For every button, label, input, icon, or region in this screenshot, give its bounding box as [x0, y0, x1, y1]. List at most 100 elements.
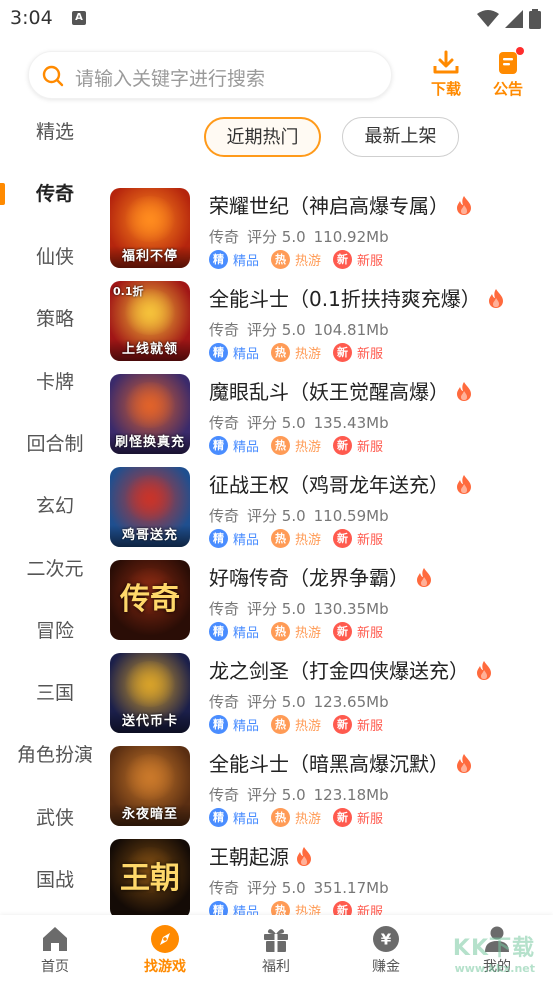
hot-flame-icon [455, 753, 473, 778]
game-meta: 传奇 评分 5.0 123.65Mb [209, 691, 397, 712]
game-title: 龙之剑圣（打金四侠爆送充） [209, 659, 469, 683]
search-input[interactable]: 请输入关键字进行搜索 [28, 51, 392, 99]
game-list-item[interactable]: 传奇 好嗨传奇（龙界争霸） 传奇 评分 5.0 130.35Mb 精精品热热游新新服 [110, 560, 553, 650]
notice-label: 公告 [492, 80, 523, 98]
game-cover-image: 传奇 [110, 560, 190, 640]
game-meta: 传奇 评分 5.0 110.59Mb [209, 505, 397, 526]
game-tags: 精精品热热游新新服 [209, 808, 383, 827]
category-xianxia[interactable]: 仙侠 [0, 237, 110, 277]
tag-premium-badge: 精 [209, 529, 228, 548]
tag-premium-text: 精品 [233, 719, 260, 734]
game-list-item[interactable]: 送代币卡 龙之剑圣（打金四侠爆送充） 传奇 评分 5.0 123.65Mb 精精品热热游新… [110, 653, 553, 743]
category-rpg[interactable]: 角色扮演 [0, 735, 110, 775]
nav-find-game[interactable]: 找游戏 [110, 915, 220, 984]
tab-recent-hot[interactable]: 近期热门 [204, 117, 321, 157]
notice-icon [494, 47, 524, 76]
game-genre: 传奇 [209, 879, 240, 897]
game-meta: 传奇 评分 5.0 135.43Mb [209, 412, 397, 433]
tag-new-server-text: 新服 [357, 626, 384, 641]
game-title-row: 魔眼乱斗（妖王觉醒高爆） [209, 376, 473, 406]
game-tags: 精精品热热游新新服 [209, 250, 383, 269]
tag-new-server: 新新服 [333, 529, 383, 548]
tag-premium-badge: 精 [209, 250, 228, 269]
nav-home-label: 首页 [41, 959, 69, 975]
tag-premium: 精精品 [209, 343, 259, 362]
game-size: 123.18Mb [313, 786, 389, 804]
download-button[interactable]: 下载 [424, 50, 468, 100]
game-cover-image: 0.1折 上线就领 [110, 281, 190, 361]
category-card[interactable]: 卡牌 [0, 362, 110, 402]
category-featured[interactable]: 精选 [0, 112, 110, 152]
hot-flame-icon [455, 474, 473, 499]
game-rating: 评分 5.0 [247, 414, 306, 432]
tag-new-server-badge: 新 [333, 436, 353, 455]
category-anime[interactable]: 二次元 [0, 549, 110, 589]
game-list-item[interactable]: 福利不停 荣耀世纪（神启高爆专属） 传奇 评分 5.0 110.92Mb 精精品热热游新新… [110, 188, 553, 278]
category-legend[interactable]: 传奇 [0, 174, 110, 214]
game-size: 110.92Mb [313, 228, 389, 246]
category-turn-based[interactable]: 回合制 [0, 424, 110, 464]
status-bar: 3:04 A [0, 0, 553, 38]
tag-hot-text: 热游 [295, 347, 322, 362]
tag-hot-text: 热游 [295, 254, 322, 269]
game-cover-title: 王朝 [120, 861, 180, 896]
hot-flame-icon [487, 288, 505, 313]
category-wuxia[interactable]: 武侠 [0, 798, 110, 838]
game-cover-image: 永夜暗至 [110, 746, 190, 826]
tag-hot-badge: 热 [271, 808, 291, 827]
game-list-item[interactable]: 鸡哥送充 征战王权（鸡哥龙年送充） 传奇 评分 5.0 110.59Mb 精精品热热游新新… [110, 467, 553, 557]
tag-premium-text: 精品 [233, 440, 260, 455]
game-meta: 传奇 评分 5.0 351.17Mb [209, 877, 397, 898]
notice-button[interactable]: 公告 [486, 47, 530, 100]
tag-new-server: 新新服 [333, 715, 383, 734]
battery-icon [529, 9, 541, 29]
download-icon [433, 50, 459, 74]
tag-premium-text: 精品 [233, 812, 260, 827]
game-list-item[interactable]: 0.1折 上线就领 全能斗士（0.1折扶持爽充爆） 传奇 评分 5.0 104.81Mb 精… [110, 281, 553, 371]
tag-hot-text: 热游 [295, 440, 322, 455]
game-size: 135.43Mb [313, 414, 389, 432]
tag-premium-text: 精品 [233, 626, 260, 641]
game-title: 全能斗士（0.1折扶持爽充爆） [209, 287, 481, 311]
game-genre: 传奇 [209, 693, 240, 711]
game-title: 征战王权（鸡哥龙年送充） [209, 473, 449, 497]
category-strategy[interactable]: 策略 [0, 299, 110, 339]
tag-hot: 热热游 [271, 343, 321, 362]
nav-home[interactable]: 首页 [0, 915, 110, 984]
hot-flame-icon [475, 660, 493, 685]
game-list-item[interactable]: 永夜暗至 全能斗士（暗黑高爆沉默） 传奇 评分 5.0 123.18Mb 精精品热热游新新… [110, 746, 553, 836]
game-title: 魔眼乱斗（妖王觉醒高爆） [209, 380, 449, 404]
game-title: 荣耀世纪（神启高爆专属） [209, 194, 449, 218]
compass-icon [151, 925, 179, 953]
game-rating: 评分 5.0 [247, 600, 306, 618]
tag-premium-badge: 精 [209, 343, 228, 362]
tag-premium-text: 精品 [233, 254, 260, 269]
category-three-kingdoms[interactable]: 三国 [0, 673, 110, 713]
nav-welfare[interactable]: 福利 [221, 915, 331, 984]
tab-new-release[interactable]: 最新上架 [342, 117, 459, 157]
tag-hot: 热热游 [271, 715, 321, 734]
svg-text:¥: ¥ [381, 931, 392, 949]
gift-icon [264, 929, 288, 952]
game-meta: 传奇 评分 5.0 123.18Mb [209, 784, 397, 805]
game-size: 351.17Mb [313, 879, 389, 897]
tag-new-server: 新新服 [333, 250, 383, 269]
game-rating: 评分 5.0 [247, 879, 306, 897]
tag-hot-badge: 热 [271, 529, 291, 548]
tag-premium: 精精品 [209, 529, 259, 548]
category-adventure[interactable]: 冒险 [0, 611, 110, 651]
game-title-row: 龙之剑圣（打金四侠爆送充） [209, 655, 493, 685]
category-nation-war[interactable]: 国战 [0, 860, 110, 900]
game-size: 130.35Mb [313, 600, 389, 618]
game-title-row: 王朝起源 [209, 841, 313, 871]
game-rating: 评分 5.0 [247, 228, 306, 246]
tag-new-server-badge: 新 [333, 343, 353, 362]
tag-hot: 热热游 [271, 808, 321, 827]
tag-new-server-badge: 新 [333, 250, 353, 269]
tag-premium-badge: 精 [209, 715, 228, 734]
download-label: 下载 [430, 80, 461, 98]
game-list-item[interactable]: 刷怪换真充 魔眼乱斗（妖王觉醒高爆） 传奇 评分 5.0 135.43Mb 精精品热热游新… [110, 374, 553, 464]
nav-earn[interactable]: ¥ 赚金 [331, 915, 441, 984]
game-cover-image: 刷怪换真充 [110, 374, 190, 454]
category-fantasy[interactable]: 玄幻 [0, 486, 110, 526]
